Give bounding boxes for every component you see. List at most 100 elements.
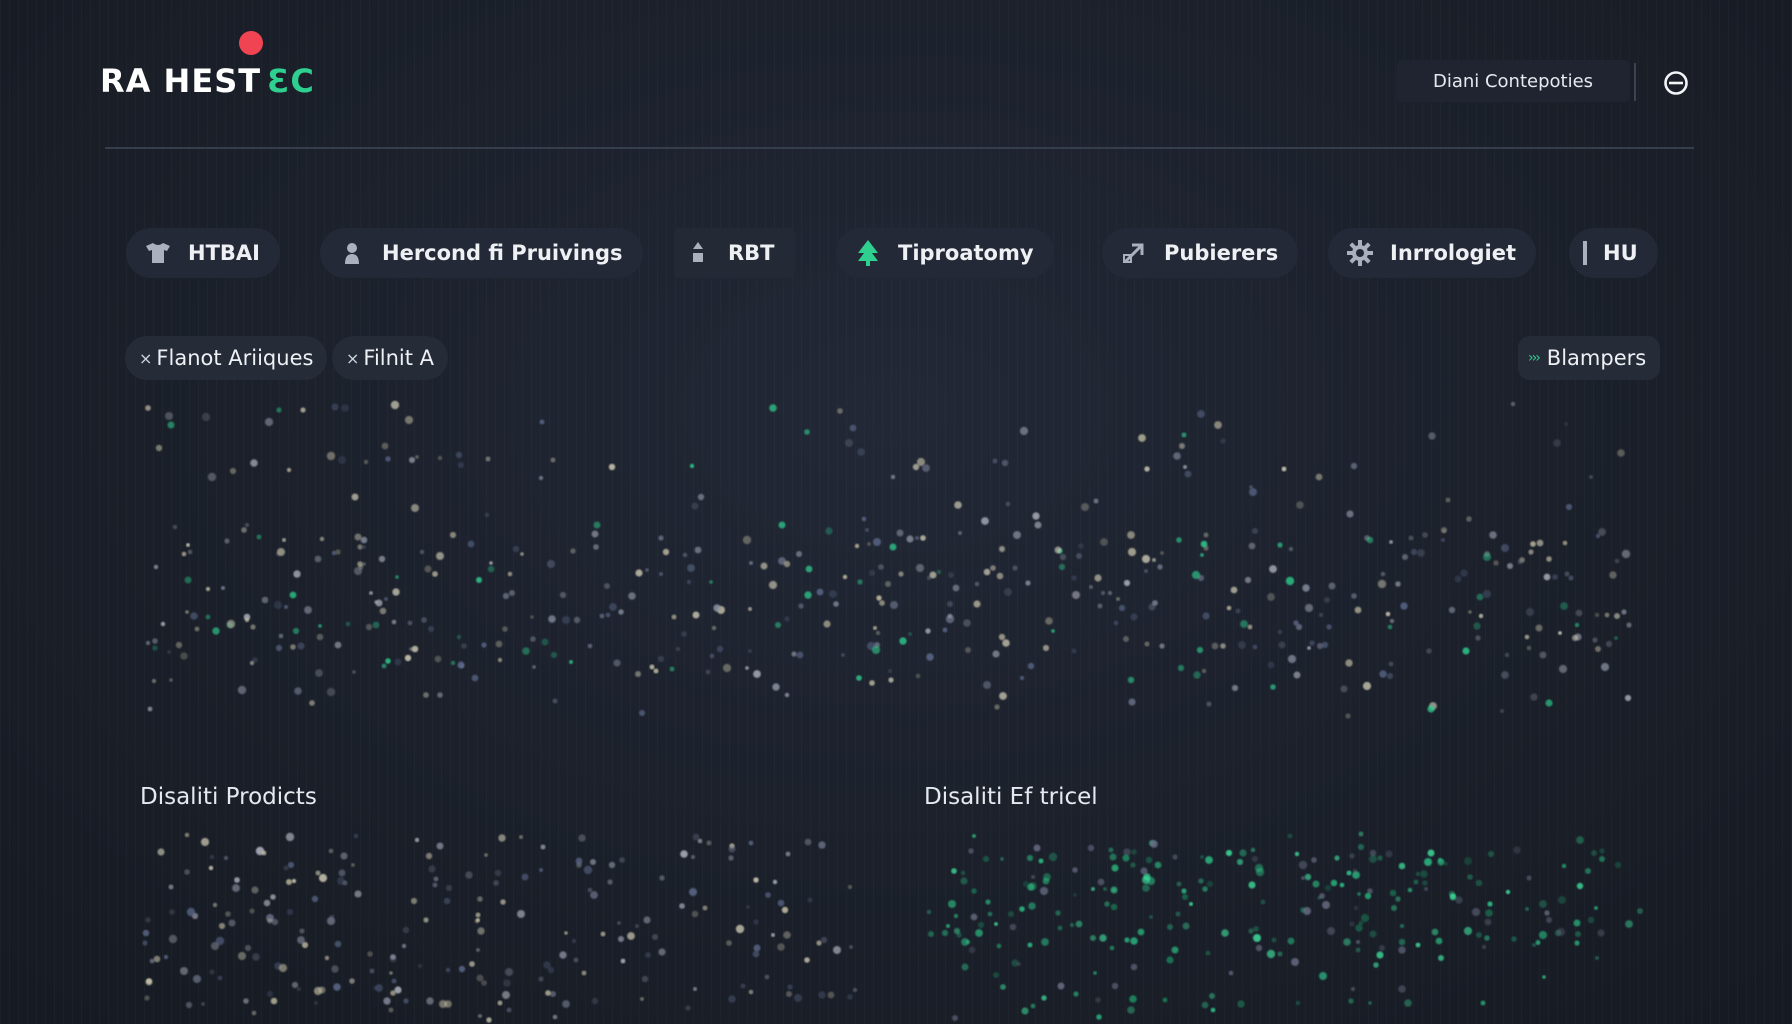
texture-dot (635, 924, 639, 928)
texture-dot (252, 953, 260, 961)
texture-dot (847, 994, 853, 1000)
texture-dot (1422, 532, 1428, 538)
logout-button[interactable] (1662, 69, 1690, 97)
texture-dot (804, 957, 810, 963)
texture-dot (605, 612, 611, 618)
texture-dot (456, 634, 462, 640)
sort-icon (684, 239, 712, 267)
close-icon[interactable]: × (346, 349, 359, 368)
tab-hercond[interactable]: Hercond fi Pruivings (320, 228, 643, 278)
texture-dot (1355, 947, 1361, 953)
texture-dot (1415, 871, 1421, 877)
texture-dot (691, 910, 699, 918)
texture-dot (277, 548, 285, 556)
texture-dot (540, 844, 546, 850)
texture-dot (328, 848, 334, 854)
texture-dot (748, 607, 752, 611)
texture-dot (385, 456, 391, 462)
texture-dot (424, 565, 432, 573)
texture-dot (1277, 542, 1283, 548)
texture-dot (314, 1001, 318, 1005)
texture-dot (1184, 470, 1192, 478)
close-icon[interactable]: × (139, 349, 152, 368)
texture-dot (1489, 531, 1497, 539)
texture-dot (1350, 986, 1356, 992)
texture-dot (436, 552, 444, 560)
texture-dot (1454, 575, 1462, 583)
texture-dot (458, 462, 464, 468)
account-button[interactable]: Diani Contepoties (1397, 60, 1629, 102)
texture-dot (1395, 581, 1401, 587)
filter-chip[interactable]: × Flanot Ariiques (125, 336, 328, 380)
texture-dot (1039, 886, 1049, 896)
texture-dot (1585, 868, 1591, 874)
texture-dot (1360, 913, 1370, 923)
texture-dot (726, 940, 732, 946)
texture-dot (232, 884, 240, 892)
texture-dot (215, 936, 225, 946)
texture-dot (1281, 466, 1287, 472)
texture-dot (1528, 549, 1534, 555)
texture-dot (693, 987, 697, 991)
texture-dot (165, 412, 173, 420)
texture-dot (552, 1014, 558, 1020)
texture-dot (1028, 902, 1036, 910)
texture-dot (796, 651, 804, 659)
texture-dot (1369, 930, 1377, 938)
tab-htbai[interactable]: HTBAI (126, 228, 280, 278)
texture-dot (389, 971, 393, 975)
texture-dot (1389, 540, 1393, 544)
texture-dot (314, 555, 322, 563)
texture-dot (1354, 606, 1362, 614)
texture-dot (685, 1005, 691, 1011)
texture-dot (1255, 944, 1263, 952)
texture-dot (1576, 836, 1584, 844)
texture-dot (687, 564, 695, 572)
texture-dot (1449, 893, 1457, 901)
texture-dot (1426, 648, 1432, 654)
texture-dot (326, 687, 336, 697)
tab-rbt[interactable]: RBT (674, 228, 795, 278)
texture-dot (564, 931, 568, 935)
tab-tiproatomy[interactable]: Tiproatomy (836, 228, 1054, 278)
logo[interactable]: RA HEST ƐC (100, 62, 315, 100)
texture-dot (394, 986, 402, 994)
texture-dot (1564, 422, 1568, 426)
power-icon (1664, 71, 1688, 95)
texture-dot (270, 894, 276, 900)
texture-dot (241, 527, 247, 533)
texture-dot (1487, 850, 1495, 858)
texture-dot (475, 912, 481, 918)
logo-accent-text: ƐC (267, 62, 315, 100)
blampers-button[interactable]: ››› Blampers (1518, 336, 1661, 380)
texture-dot (142, 940, 148, 946)
texture-dot (1239, 849, 1247, 857)
texture-dot (1054, 546, 1062, 554)
texture-dot (539, 419, 545, 425)
tab-inrrologiet[interactable]: Inrrologiet (1328, 228, 1537, 278)
texture-dot (446, 885, 452, 891)
tab-pubierers[interactable]: Pubierers (1102, 228, 1299, 278)
texture-dot (1468, 610, 1472, 614)
texture-dot (1315, 473, 1323, 481)
texture-dot (1002, 639, 1010, 647)
texture-dot (1041, 995, 1047, 1001)
texture-dot (1238, 641, 1246, 649)
texture-dot (899, 637, 907, 645)
texture-dot (1013, 531, 1021, 539)
texture-dot (437, 455, 443, 461)
texture-dot (546, 559, 556, 569)
texture-dot (804, 429, 810, 435)
texture-dot (1324, 597, 1330, 603)
texture-dot (1202, 612, 1210, 620)
texture-dot (1600, 662, 1610, 672)
tab-hu[interactable]: HU (1569, 228, 1658, 278)
texture-dot (1097, 878, 1105, 886)
texture-dot (963, 619, 971, 627)
filter-chip[interactable]: × Filnit A (332, 336, 449, 380)
texture-dot (1017, 962, 1021, 966)
texture-dot (1110, 903, 1118, 911)
texture-dot (849, 424, 857, 432)
texture-dot (961, 963, 969, 971)
texture-dot (1287, 937, 1295, 945)
